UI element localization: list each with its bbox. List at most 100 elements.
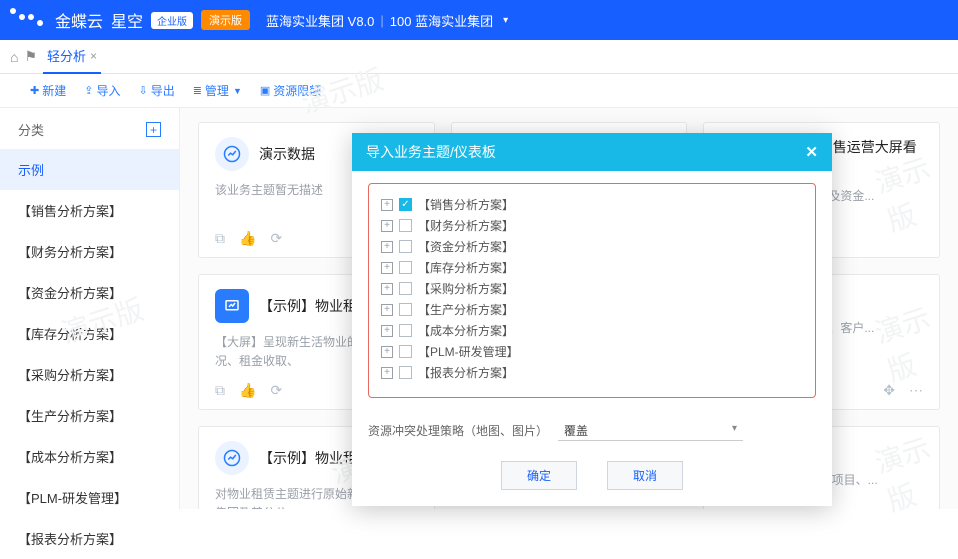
expand-icon[interactable]: +	[381, 367, 393, 379]
org-switcher[interactable]: 蓝海实业集团 V8.0 | 100 蓝海实业集团 ▾	[266, 11, 508, 30]
tab-strip: ⌂ ⚑ 轻分析 ×	[0, 40, 958, 74]
tree-label: 【资金分析方案】	[418, 238, 514, 255]
expand-icon[interactable]: +	[381, 346, 393, 358]
sidebar-item-report[interactable]: 【报表分析方案】	[0, 518, 179, 559]
chart-icon[interactable]: ⧉	[215, 382, 225, 399]
chart-icon[interactable]: ⧉	[215, 230, 225, 247]
thumbs-icon[interactable]: 👍	[239, 382, 256, 399]
logo-dots	[10, 14, 43, 26]
tree-item-inventory[interactable]: +【库存分析方案】	[381, 257, 803, 278]
sidebar-item-purchase[interactable]: 【采购分析方案】	[0, 354, 179, 395]
expand-icon[interactable]: +	[381, 220, 393, 232]
tree-item-purchase[interactable]: + 【采购分析方案】	[381, 278, 803, 299]
tree-item-finance[interactable]: + 【财务分析方案】	[381, 215, 803, 236]
conflict-row: 资源冲突处理策略（地图、图片）	[352, 406, 832, 451]
tree-label: 【采购分析方案】	[418, 280, 514, 297]
close-icon[interactable]: ×	[90, 49, 97, 63]
tree-label: 【生产分析方案】	[418, 301, 514, 318]
checkbox[interactable]	[399, 282, 412, 295]
tree-label: 【财务分析方案】	[418, 217, 514, 234]
expand-icon[interactable]: +	[381, 283, 393, 295]
manage-button[interactable]: ≣管理 ▼	[193, 82, 242, 99]
tab-light-analysis[interactable]: 轻分析 ×	[43, 40, 101, 74]
tree-item-cash[interactable]: + 【资金分析方案】	[381, 236, 803, 257]
sidebar-item-plm[interactable]: 【PLM-研发管理】	[0, 477, 179, 518]
label: 资源限额	[273, 82, 321, 99]
thumbs-icon[interactable]: 👍	[239, 230, 256, 247]
tree-label: 【PLM-研发管理】	[418, 343, 519, 360]
sidebar-item-sales[interactable]: 【销售分析方案】	[0, 190, 179, 231]
label: 导入	[96, 82, 120, 99]
sidebar-item-finance[interactable]: 【财务分析方案】	[0, 231, 179, 272]
dashboard-icon	[215, 289, 249, 323]
checkbox[interactable]	[399, 240, 412, 253]
tree-item-plm[interactable]: + 【PLM-研发管理】	[381, 341, 803, 362]
tab-label: 轻分析	[47, 46, 86, 65]
tree-item-cost[interactable]: + 【成本分析方案】	[381, 320, 803, 341]
checkbox[interactable]	[399, 198, 412, 211]
expand-icon[interactable]: +	[381, 241, 393, 253]
checkbox[interactable]	[399, 345, 412, 358]
label: 管理	[205, 82, 229, 99]
app-header: 金蝶云 星空 企业版 演示版 蓝海实业集团 V8.0 | 100 蓝海实业集团 …	[0, 0, 958, 40]
checkbox[interactable]	[399, 303, 412, 316]
ok-button[interactable]: 确定	[501, 461, 577, 490]
tree-label: 【报表分析方案】	[418, 364, 514, 381]
conflict-select-wrap[interactable]	[558, 420, 743, 441]
more-icon[interactable]: ⋯	[909, 382, 923, 399]
conflict-label: 资源冲突处理策略（地图、图片）	[368, 422, 548, 439]
chevron-down-icon: ▼	[233, 86, 242, 96]
expand-icon[interactable]: +	[381, 325, 393, 337]
expand-icon[interactable]: +	[381, 304, 393, 316]
home-icon[interactable]: ⌂	[10, 49, 18, 65]
brand-secondary: 星空	[111, 8, 143, 32]
chart-icon	[215, 441, 249, 475]
checkbox[interactable]	[399, 261, 412, 274]
tree-item-sales[interactable]: +【销售分析方案】	[381, 194, 803, 215]
sidebar-item-cost[interactable]: 【成本分析方案】	[0, 436, 179, 477]
checkbox[interactable]	[399, 324, 412, 337]
chart-icon	[215, 137, 249, 171]
label: 新建	[42, 82, 66, 99]
import-dialog: 导入业务主题/仪表板 ✕ +【销售分析方案】 + 【财务分析方案】 + 【资金分析方…	[352, 133, 832, 506]
edition-badge: 企业版	[151, 12, 193, 29]
refresh-icon[interactable]: ⟳	[270, 382, 282, 399]
org-name: 100 蓝海实业集团	[390, 11, 493, 30]
dialog-body: +【销售分析方案】 +【财务分析方案】 +【资金分析方案】 +【库存分析方案】 …	[352, 171, 832, 406]
tree-label: 【成本分析方案】	[418, 322, 514, 339]
add-category-button[interactable]: +	[146, 122, 161, 137]
sidebar-heading: 分类	[18, 120, 44, 139]
sidebar-header: 分类 +	[0, 120, 179, 149]
expand-icon[interactable]: +	[381, 199, 393, 211]
org-version: 蓝海实业集团 V8.0	[266, 11, 374, 30]
cancel-button[interactable]: 取消	[607, 461, 683, 490]
checkbox[interactable]	[399, 219, 412, 232]
resource-button[interactable]: ▣资源限额	[260, 82, 321, 99]
import-button[interactable]: ⇪导入	[84, 82, 120, 99]
tree-item-report[interactable]: + 【报表分析方案】	[381, 362, 803, 383]
new-button[interactable]: ✚新建	[30, 82, 66, 99]
resource-icon: ▣	[260, 84, 270, 97]
sidebar-item-inventory[interactable]: 【库存分析方案】	[0, 313, 179, 354]
refresh-icon[interactable]: ⟳	[270, 230, 282, 247]
people-icon[interactable]: ⚑	[24, 48, 37, 65]
import-icon: ⇪	[84, 84, 93, 97]
brand-primary: 金蝶云	[55, 8, 103, 32]
divider: |	[380, 13, 383, 28]
close-icon[interactable]: ✕	[805, 143, 818, 161]
sidebar-item-production[interactable]: 【生产分析方案】	[0, 395, 179, 436]
export-button[interactable]: ⇩导出	[138, 82, 174, 99]
sidebar-item-cash[interactable]: 【资金分析方案】	[0, 272, 179, 313]
demo-badge: 演示版	[201, 10, 250, 30]
tree-item-production[interactable]: + 【生产分析方案】	[381, 299, 803, 320]
dialog-footer: 确定 取消	[352, 451, 832, 506]
manage-icon: ≣	[193, 84, 202, 97]
chevron-down-icon: ▾	[503, 15, 508, 26]
sidebar: 分类 + 示例 【销售分析方案】 【财务分析方案】 【资金分析方案】 【库存分析…	[0, 108, 180, 509]
expand-icon[interactable]: +	[381, 262, 393, 274]
checkbox[interactable]	[399, 366, 412, 379]
move-icon[interactable]: ✥	[883, 382, 895, 399]
dialog-header: 导入业务主题/仪表板 ✕	[352, 133, 832, 171]
sidebar-item-example[interactable]: 示例	[0, 149, 179, 190]
conflict-select[interactable]	[558, 420, 743, 441]
